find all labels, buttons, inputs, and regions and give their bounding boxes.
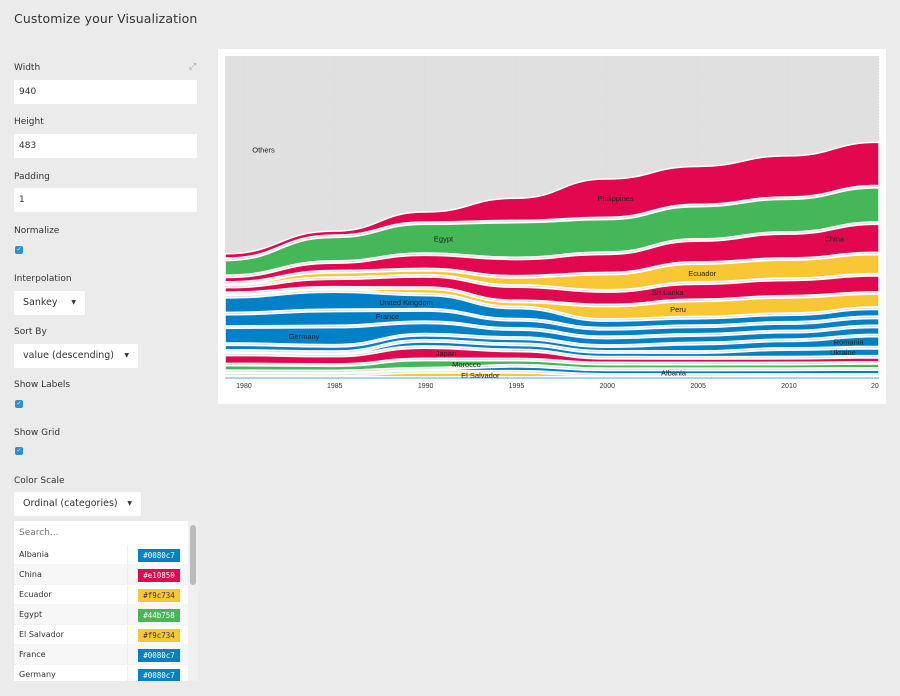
series-label: Philippines [597,194,634,203]
series-label: Japan [436,349,456,358]
color-swatch[interactable]: #f9c734 [138,629,180,642]
column-divider [127,565,128,585]
series-label: Ukraine [830,348,856,357]
color-swatch[interactable]: #f9c734 [138,589,180,602]
padding-label: Padding [14,172,50,182]
padding-input[interactable] [14,188,197,212]
series-label: United Kingdom [379,298,432,307]
show-grid-checkbox[interactable]: ✓ [15,447,23,455]
normalize-checkbox[interactable]: ✓ [15,246,23,254]
series-label: France [376,312,399,321]
series-label: Others [252,146,275,155]
color-list-item[interactable]: Ecuador #f9c734 [14,585,188,605]
color-swatch[interactable]: #0080c7 [138,549,180,562]
color-item-name: El Salvador [19,630,64,639]
color-list-item[interactable]: El Salvador #f9c734 [14,625,188,645]
sort-by-select[interactable]: value (descending) ▼ [14,344,138,368]
x-tick-label: 2005 [690,383,706,390]
color-list-item[interactable]: China #e10850 [14,565,188,585]
bump-chart: 1980 1985 1990 1995 2000 2005 2010 20 Others Germ… [224,56,880,390]
show-labels-label: Show Labels [14,380,71,390]
series-label: Germany [289,332,320,341]
x-tick-label: 1980 [236,383,252,390]
series-label: Morocco [452,360,481,369]
series-label: Sri Lanka [652,288,685,297]
color-list: Albania #0080c7 China #e10850 Ecuador #f9c734… [14,521,198,681]
color-swatch[interactable]: #0080c7 [138,649,180,662]
x-tick-label: 1990 [418,383,434,390]
series-label: Albania [661,368,687,377]
scrollbar[interactable] [188,521,198,681]
color-list-item[interactable]: Albania #0080c7 [14,545,188,565]
interpolation-select[interactable]: Sankey ▼ [14,291,85,315]
sort-by-value: value (descending) [23,350,115,361]
column-divider [127,625,128,645]
color-item-name: Albania [19,550,49,559]
width-input[interactable] [14,80,197,104]
normalize-label: Normalize [14,226,60,236]
color-swatch[interactable]: #e10850 [138,569,180,582]
color-list-item[interactable]: France #0080c7 [14,645,188,665]
x-tick-label: 20 [871,383,879,390]
chevron-down-icon: ▼ [71,299,76,306]
color-swatch[interactable]: #44b758 [138,609,180,622]
chart-panel: 1980 1985 1990 1995 2000 2005 2010 20 Others Germ… [218,49,886,404]
series-label: Peru [670,305,686,314]
series-label: Egypt [434,235,454,244]
color-item-name: Germany [19,670,56,679]
color-scale-select[interactable]: Ordinal (categories) ▼ [14,492,141,516]
color-scale-value: Ordinal (categories) [23,498,118,509]
color-swatch[interactable]: #0080c7 [138,669,180,681]
color-list-item[interactable]: Egypt #44b758 [14,605,188,625]
height-label: Height [14,117,44,127]
scrollbar-thumb[interactable] [190,525,196,585]
x-tick-label: 1985 [327,383,343,390]
chevron-down-icon: ▼ [127,500,132,507]
series-label: El Salvador [461,371,500,380]
x-tick-label: 1995 [509,383,525,390]
x-tick-label: 2000 [600,383,616,390]
interpolation-label: Interpolation [14,274,72,284]
color-search-input[interactable] [14,521,188,545]
column-divider [127,585,128,605]
column-divider [127,665,128,681]
series-label: Romania [834,338,865,347]
color-scale-label: Color Scale [14,476,65,486]
column-divider [127,645,128,665]
chevron-down-icon: ▼ [124,352,129,359]
expand-icon[interactable]: ⤢ [189,62,199,72]
show-grid-label: Show Grid [14,428,61,438]
column-divider [127,605,128,625]
height-input[interactable] [14,134,197,158]
color-item-name: China [19,570,42,579]
series-label: Ecuador [688,269,716,278]
color-list-item[interactable]: Germany #0080c7 [14,665,188,681]
show-labels-checkbox[interactable]: ✓ [15,400,23,408]
x-tick-label: 2010 [781,383,797,390]
interpolation-value: Sankey [23,297,58,308]
page-title: Customize your Visualization [14,11,198,26]
color-item-name: France [19,650,46,659]
width-label: Width [14,63,41,73]
sort-by-label: Sort By [14,327,47,337]
series-label: China [825,234,845,243]
column-divider [127,545,128,565]
color-item-name: Ecuador [19,590,52,599]
color-item-name: Egypt [19,610,43,619]
